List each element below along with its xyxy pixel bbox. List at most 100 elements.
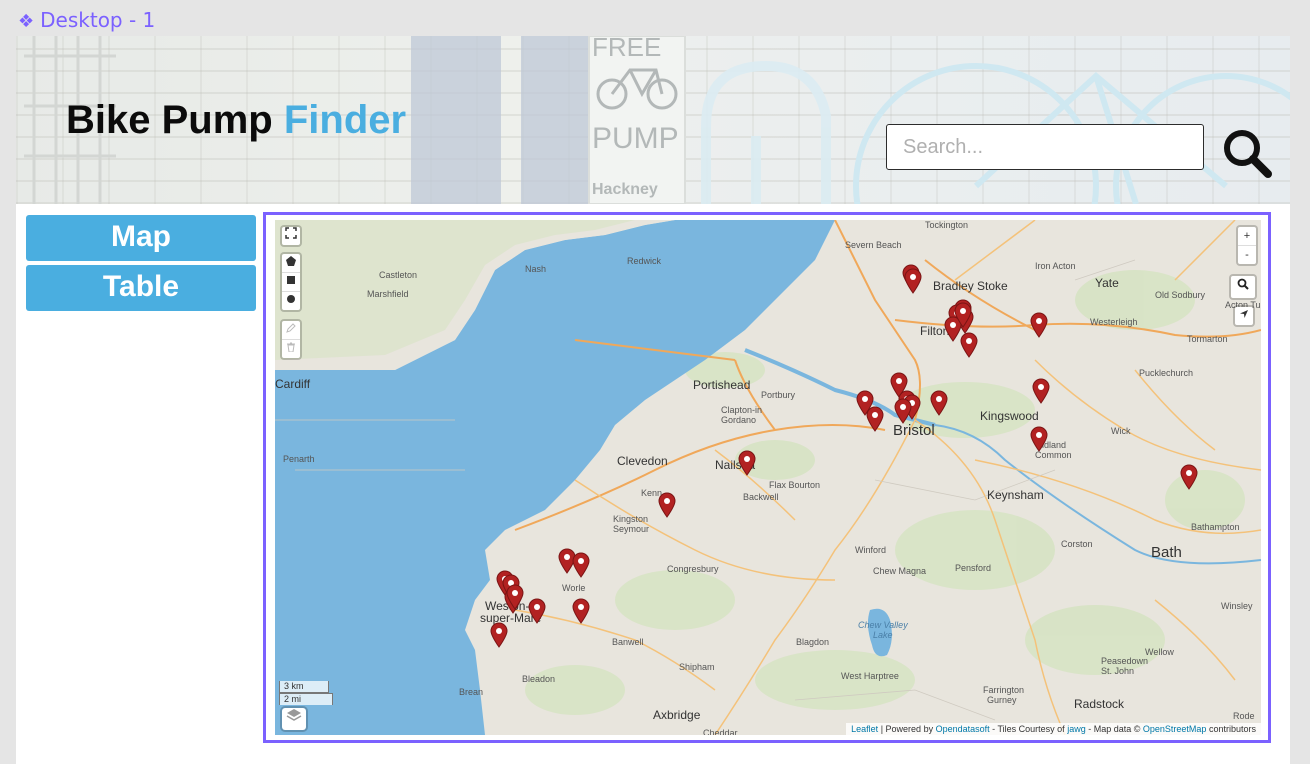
map-search-button[interactable] [1231, 276, 1255, 298]
place-label: Bristol [893, 422, 935, 439]
map-marker[interactable] [904, 268, 922, 294]
table-nav-button[interactable]: Table [26, 265, 256, 311]
opendatasoft-link[interactable]: Opendatasoft [936, 724, 990, 734]
draw-rectangle-button[interactable] [282, 273, 300, 292]
place-label: Brean [459, 687, 484, 697]
zoom-out-button[interactable]: - [1238, 246, 1256, 264]
place-label: Winford [855, 545, 887, 555]
place-label: Cheddar [703, 728, 738, 735]
map-marker[interactable] [1030, 312, 1048, 338]
place-label: Peasedown [1101, 656, 1149, 666]
map-marker[interactable] [930, 390, 948, 416]
jawg-link[interactable]: jawg [1067, 724, 1086, 734]
layers-button[interactable] [282, 708, 306, 730]
place-label: Westerleigh [1090, 317, 1138, 327]
place-label: Pensford [955, 563, 992, 573]
map-marker[interactable] [658, 492, 676, 518]
map-marker[interactable] [572, 598, 590, 624]
place-label: Radstock [1074, 697, 1125, 711]
map-attribution: Leaflet | Powered by Opendatasoft - Tile… [846, 723, 1261, 735]
place-label: Winsley [1221, 601, 1253, 611]
map-marker[interactable] [528, 598, 546, 624]
place-label: Bath [1151, 544, 1182, 561]
map-nav-button[interactable]: Map [26, 215, 256, 261]
draw-polygon-button[interactable] [282, 254, 300, 273]
place-label: Cardiff [275, 377, 311, 391]
place-label: Bradley Stoke [933, 279, 1008, 293]
map-marker[interactable] [1030, 426, 1048, 452]
place-label: Marshfield [367, 289, 409, 299]
search-button[interactable] [1218, 126, 1278, 180]
map-marker[interactable] [490, 622, 508, 648]
place-label: Rode [1233, 711, 1255, 721]
frame-label: ❖ Desktop - 1 [18, 8, 155, 32]
map-panel: Severn Beach Tockington Redwick Nash Iron Ac… [263, 212, 1271, 743]
place-label: Wick [1111, 426, 1131, 436]
place-label: Severn Beach [845, 240, 902, 250]
place-label: Clapton-in [721, 405, 763, 415]
place-label: Blagdon [796, 637, 830, 647]
place-label: Congresbury [667, 564, 719, 574]
delete-layers-button[interactable] [282, 340, 300, 358]
marker-pin-icon [954, 302, 972, 328]
place-label: Banwell [612, 637, 644, 647]
locate-control [1233, 305, 1255, 327]
header-banner: FREE PUMP Hackney Bike Pump Finder [16, 36, 1290, 204]
marker-pin-icon [506, 584, 524, 610]
place-label: Farrington [983, 685, 1025, 695]
component-icon: ❖ [18, 11, 35, 32]
edit-toolbar [280, 319, 302, 360]
app-title-main: Bike Pump [66, 98, 273, 142]
place-label: Redwick [627, 256, 662, 266]
place-label: Shipham [679, 662, 715, 672]
map-marker[interactable] [1180, 464, 1198, 490]
map-marker[interactable] [894, 398, 912, 424]
locate-button[interactable] [1235, 307, 1253, 325]
place-label: Wellow [1145, 647, 1174, 657]
map-marker[interactable] [954, 302, 972, 328]
search-input[interactable] [886, 124, 1204, 170]
map-marker[interactable] [1032, 378, 1050, 404]
marker-pin-icon [930, 390, 948, 416]
marker-pin-icon [528, 598, 546, 624]
layers-icon [286, 709, 302, 721]
place-label: Backwell [743, 492, 779, 502]
search-icon [1237, 278, 1249, 290]
draw-circle-button[interactable] [282, 292, 300, 310]
place-label: Worle [562, 583, 586, 593]
place-label: Tockington [925, 220, 969, 230]
place-label: Lake [873, 630, 893, 640]
marker-pin-icon [1030, 426, 1048, 452]
attribution-powered: | Powered by [880, 724, 934, 734]
marker-pin-icon [1032, 378, 1050, 404]
map-marker[interactable] [572, 552, 590, 578]
map-marker[interactable] [506, 584, 524, 610]
attribution-contributors: contributors [1208, 724, 1256, 734]
fullscreen-icon [285, 227, 297, 239]
place-label: Pucklechurch [1139, 368, 1194, 378]
app-title-accent: Finder [283, 98, 407, 142]
fullscreen-button[interactable] [282, 227, 300, 245]
map-view[interactable]: Severn Beach Tockington Redwick Nash Iron Ac… [275, 220, 1261, 735]
osm-link[interactable]: OpenStreetMap [1143, 724, 1207, 734]
zoom-in-button[interactable]: + [1238, 227, 1256, 246]
leaflet-link[interactable]: Leaflet [851, 724, 878, 734]
marker-pin-icon [866, 406, 884, 432]
geosearch-control [1229, 274, 1257, 300]
map-marker[interactable] [866, 406, 884, 432]
locate-icon [1240, 310, 1248, 318]
scale-km: 3 km [279, 681, 329, 693]
edit-layers-button[interactable] [282, 321, 300, 340]
place-label: Seymour [613, 524, 650, 534]
trash-icon [287, 342, 295, 353]
frame-label-text: Desktop - 1 [40, 8, 156, 32]
map-marker[interactable] [960, 332, 978, 358]
place-label: Bleadon [522, 674, 556, 684]
marker-pin-icon [960, 332, 978, 358]
app-title: Bike Pump Finder [66, 98, 406, 143]
map-marker[interactable] [738, 450, 756, 476]
place-label: Portishead [693, 378, 751, 392]
place-label: St. John [1101, 666, 1135, 676]
marker-pin-icon [572, 552, 590, 578]
place-label: Kingswood [980, 409, 1039, 423]
